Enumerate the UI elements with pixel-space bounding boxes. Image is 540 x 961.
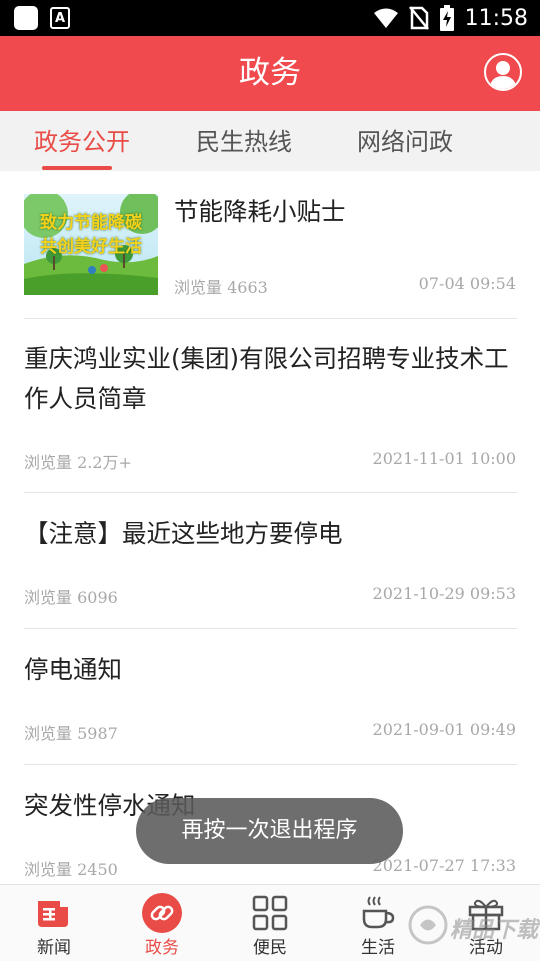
page-title: 政务 bbox=[239, 55, 301, 91]
coffee-icon bbox=[362, 896, 395, 929]
grid-icon bbox=[252, 895, 288, 931]
article-thumbnail: 致力节能降碳 共创美好生活 bbox=[24, 194, 158, 295]
nav-label: 新闻 bbox=[37, 938, 71, 958]
watermark-text: 精品下载 bbox=[450, 918, 539, 943]
app-header: 政务 bbox=[0, 36, 540, 111]
user-profile-button[interactable] bbox=[484, 53, 522, 91]
article-date: 2021-09-01 09:49 bbox=[372, 720, 516, 739]
category-tabs: 政务公开 民生热线 网络问政 bbox=[0, 111, 540, 171]
notification-a-icon: A bbox=[50, 7, 70, 29]
divider bbox=[24, 628, 517, 629]
thumbnail-text-line2: 共创美好生活 bbox=[40, 237, 142, 257]
no-sim-icon bbox=[408, 6, 429, 30]
thumbnail-text-line1: 致力节能降碳 bbox=[40, 213, 142, 233]
article-views: 浏览量 2450 bbox=[24, 860, 118, 879]
article-views: 浏览量 5987 bbox=[24, 724, 118, 743]
article-title: 节能降耗小贴士 bbox=[174, 197, 346, 226]
article-date: 2021-10-29 09:53 bbox=[372, 584, 516, 603]
tab-online-inquiry[interactable]: 网络问政 bbox=[347, 111, 463, 171]
nav-label: 政务 bbox=[145, 938, 179, 958]
battery-charging-icon bbox=[439, 5, 454, 31]
article-title: 停电通知 bbox=[24, 655, 122, 684]
article-date: 2021-11-01 10:00 bbox=[372, 449, 516, 468]
divider bbox=[24, 492, 517, 493]
nav-item-news[interactable]: 新闻 bbox=[0, 885, 108, 961]
notification-app-icon bbox=[14, 6, 38, 30]
nav-item-convenience[interactable]: 便民 bbox=[216, 885, 324, 961]
nav-item-government[interactable]: 政务 bbox=[108, 885, 216, 961]
exit-toast: 再按一次退出程序 bbox=[136, 798, 403, 864]
tab-government-affairs[interactable]: 政务公开 bbox=[24, 111, 140, 171]
tab-livelihood-hotline[interactable]: 民生热线 bbox=[186, 111, 302, 171]
link-icon bbox=[142, 893, 182, 933]
status-bar: A 11:58 bbox=[0, 0, 540, 36]
newspaper-icon bbox=[38, 901, 68, 927]
article-date: 2021-07-27 17:33 bbox=[372, 856, 516, 875]
article-title: 重庆鸿业实业(集团)有限公司招聘专业技术工作人员简章 bbox=[24, 344, 509, 413]
active-tab-indicator bbox=[42, 166, 112, 170]
divider bbox=[24, 318, 517, 319]
article-title: 【注意】最近这些地方要停电 bbox=[24, 519, 343, 548]
article-views: 浏览量 6096 bbox=[24, 588, 118, 607]
nav-label: 便民 bbox=[253, 938, 287, 958]
article-views: 浏览量 2.2万+ bbox=[24, 453, 132, 472]
divider bbox=[24, 764, 517, 765]
watermark-logo: 精品下载 bbox=[404, 900, 538, 950]
wifi-icon bbox=[373, 8, 398, 28]
article-views: 浏览量 4663 bbox=[174, 278, 268, 297]
article-date: 07-04 09:54 bbox=[418, 274, 516, 293]
user-avatar-icon bbox=[489, 61, 517, 89]
clock: 11:58 bbox=[464, 5, 528, 31]
